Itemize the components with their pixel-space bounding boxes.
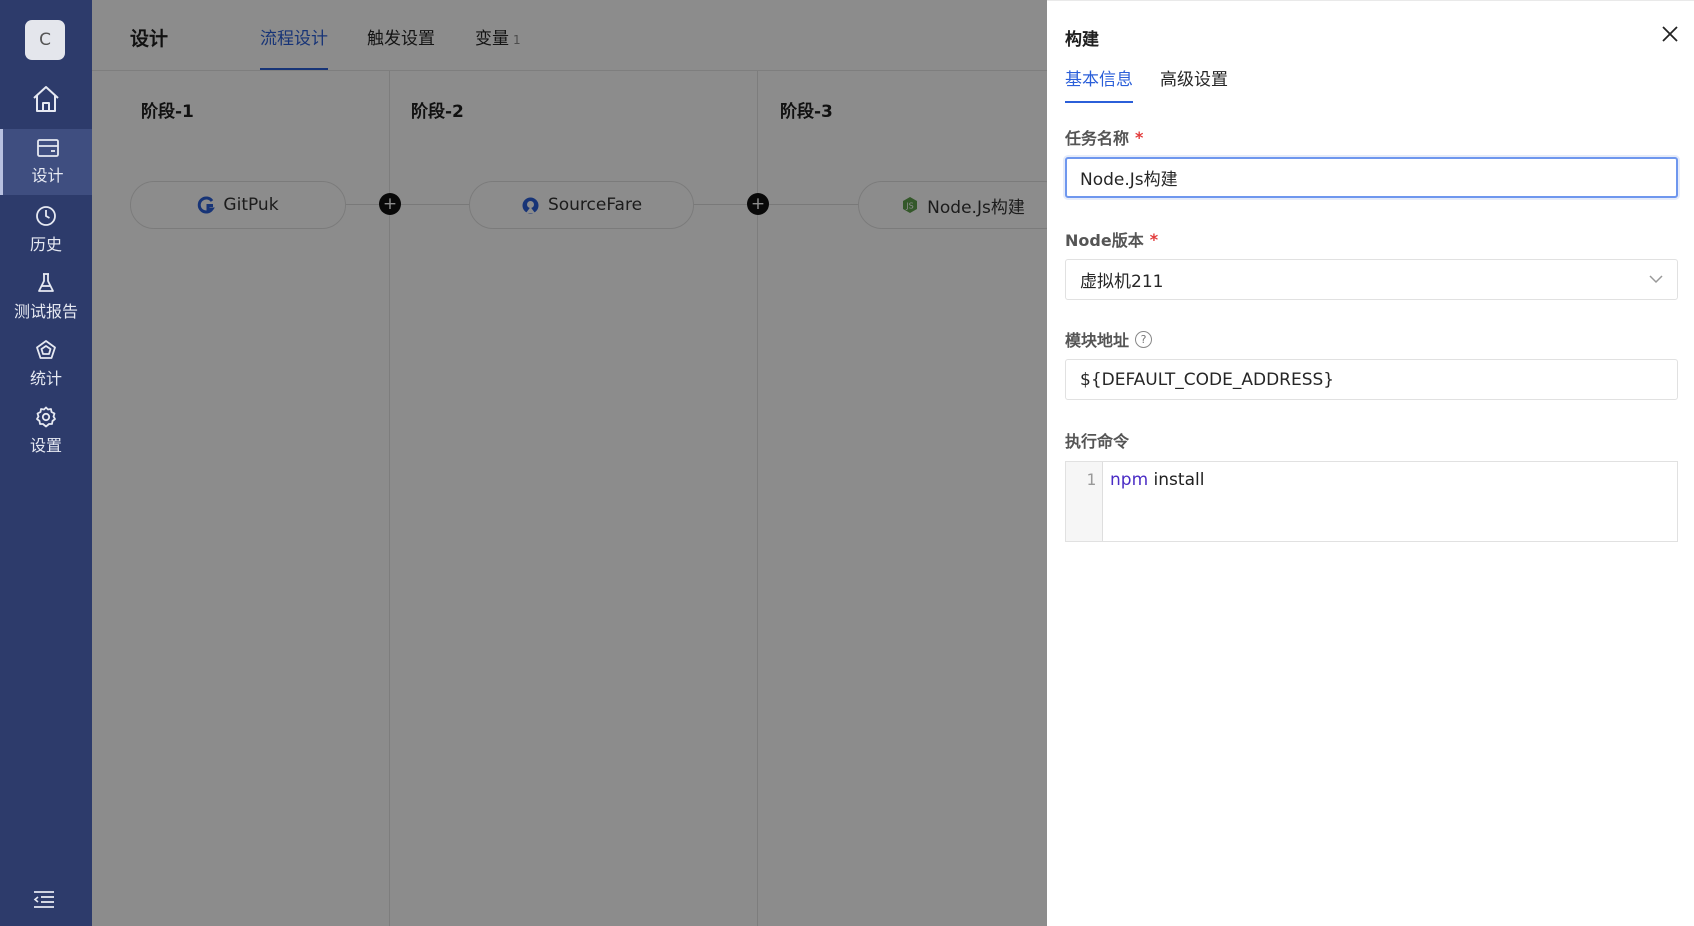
sidebar-item-design[interactable]: 设计 xyxy=(0,129,92,195)
tab-basic-info[interactable]: 基本信息 xyxy=(1065,65,1133,103)
pentagon-chart-icon xyxy=(36,340,56,359)
module-address-input[interactable] xyxy=(1065,359,1678,400)
sidebar-item-label: 测试报告 xyxy=(13,302,78,321)
tab-label: 高级设置 xyxy=(1160,70,1228,90)
gear-icon xyxy=(36,406,56,428)
help-icon[interactable]: ? xyxy=(1135,330,1153,348)
tab-advanced-settings[interactable]: 高级设置 xyxy=(1160,65,1228,103)
command-label: 执行命令 xyxy=(1065,428,1129,452)
task-name-label: 任务名称 * xyxy=(1065,125,1143,149)
sidebar-item-label: 统计 xyxy=(29,369,62,388)
task-name-input[interactable] xyxy=(1065,157,1678,198)
flask-icon xyxy=(38,273,54,292)
field-label-text: 执行命令 xyxy=(1065,432,1130,451)
sidebar-item-label: 历史 xyxy=(29,235,62,254)
line-number: 1 xyxy=(1086,470,1096,489)
module-address-label: 模块地址 ? xyxy=(1065,327,1153,351)
sidebar-item-test-report[interactable]: 测试报告 xyxy=(0,264,92,330)
avatar[interactable]: C xyxy=(25,20,65,60)
field-label-text: 模块地址 xyxy=(1065,331,1130,350)
required-mark: * xyxy=(1135,127,1144,147)
field-label-text: Node版本 xyxy=(1065,231,1144,250)
sidebar-item-label: 设计 xyxy=(31,166,64,185)
drawer-title: 构建 xyxy=(1065,30,1099,50)
clock-icon xyxy=(36,206,56,226)
close-button[interactable] xyxy=(1659,23,1681,45)
node-version-select[interactable]: 虚拟机211 xyxy=(1065,259,1678,300)
required-mark: * xyxy=(1149,229,1159,249)
sidebar-item-settings[interactable]: 设置 xyxy=(0,398,92,464)
line-number-gutter: 1 xyxy=(1066,462,1103,541)
command-code-editor[interactable]: 1 npm install xyxy=(1065,461,1678,542)
sidebar-item-history[interactable]: 历史 xyxy=(0,197,92,263)
tab-label: 基本信息 xyxy=(1065,70,1133,90)
main-canvas: 设计 流程设计 触发设置 变量 1 阶段-1 阶段-2 阶段-3 GitPuk S… xyxy=(92,0,1068,926)
modal-overlay[interactable] xyxy=(92,0,1047,926)
task-config-drawer: 构建 基本信息 高级设置 任务名称 * Node版本 * 虚拟机211 模块地址… xyxy=(1047,0,1694,926)
sidebar-item-statistics[interactable]: 统计 xyxy=(0,331,92,397)
collapse-sidebar-button[interactable] xyxy=(33,890,55,912)
code-keyword: npm xyxy=(1110,470,1149,490)
field-label-text: 任务名称 xyxy=(1065,129,1130,148)
code-text: install xyxy=(1148,470,1205,490)
home-icon xyxy=(33,86,59,112)
chevron-down-icon xyxy=(1649,275,1663,284)
node-version-label: Node版本 * xyxy=(1065,227,1158,251)
home-button[interactable] xyxy=(0,72,92,126)
sidebar-item-label: 设置 xyxy=(29,436,62,455)
select-value: 虚拟机211 xyxy=(1080,272,1164,292)
menu-collapse-icon xyxy=(33,891,54,908)
card-icon xyxy=(36,139,59,157)
code-line[interactable]: npm install xyxy=(1110,470,1204,490)
close-icon xyxy=(1662,26,1678,42)
sidebar: C 设计 历史 测试报告 统计 设置 xyxy=(0,0,92,926)
